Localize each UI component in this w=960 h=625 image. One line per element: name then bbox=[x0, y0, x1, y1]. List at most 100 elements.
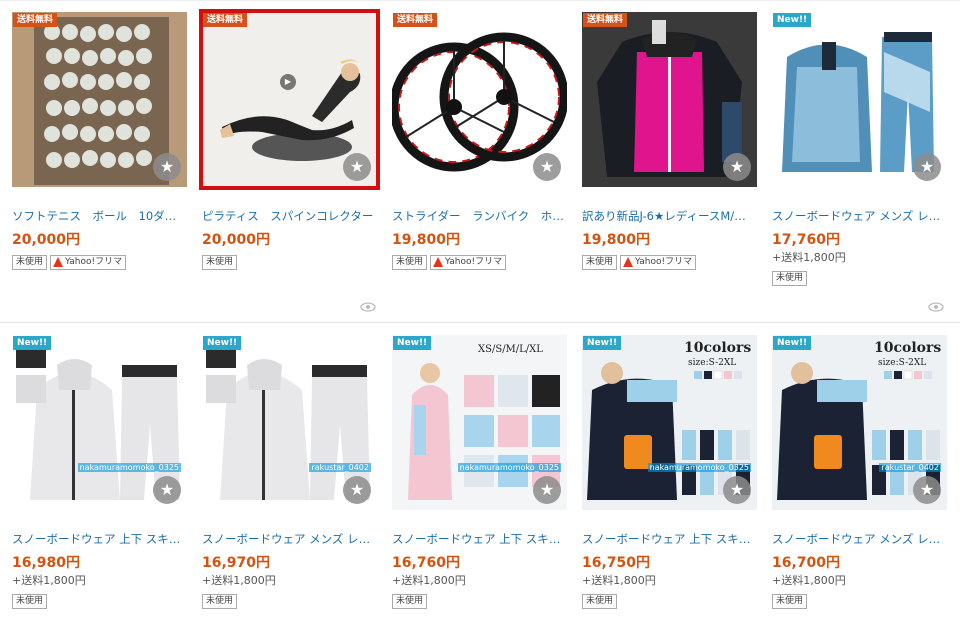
new-badge: New!! bbox=[773, 13, 812, 27]
product-tags: 未使用 bbox=[202, 254, 377, 270]
product-price: 16,760円 bbox=[392, 555, 461, 571]
star-icon[interactable]: ★ bbox=[533, 476, 561, 504]
condition-tag: 未使用 bbox=[582, 254, 618, 270]
yahoo-flea-icon bbox=[53, 257, 64, 267]
play-icon[interactable]: ▶ bbox=[280, 74, 296, 90]
product-card[interactable]: 送料無料 ★ ソフトテニス ボール 10ダース 20,000円 未使用 Yaho… bbox=[12, 12, 187, 270]
product-title[interactable]: スノーボードウェア 上下 スキーウェア bbox=[12, 532, 187, 547]
product-card[interactable]: ▶ 送料無料 ★ ピラティス スパインコレクター 20,000円 未使用 bbox=[199, 9, 380, 270]
colors-text: 10colors bbox=[874, 340, 942, 356]
product-image[interactable]: New!! nakamuramomoko_0325 ★ bbox=[12, 335, 187, 510]
free-shipping-badge: 送料無料 bbox=[393, 13, 438, 27]
product-title[interactable]: ストライダー ランバイク ホイール bbox=[392, 209, 567, 224]
shipping-fee: +送料1,800円 bbox=[772, 251, 846, 264]
product-image[interactable]: ▶ 送料無料 ★ bbox=[199, 9, 380, 190]
star-icon[interactable]: ★ bbox=[153, 153, 181, 181]
yahoo-flea-label: Yahoo!フリマ bbox=[635, 256, 693, 267]
eye-icon[interactable] bbox=[928, 302, 944, 312]
product-card[interactable]: 送料無料 ★ 訳あり新品J-6★レディースM/スノーボードウェア 19,800円… bbox=[582, 12, 757, 270]
eye-icon[interactable] bbox=[360, 302, 376, 312]
new-badge: New!! bbox=[583, 336, 622, 350]
product-title[interactable]: スノーボードウェア 上下 スキーウェア bbox=[582, 532, 757, 547]
product-price: 19,800円 bbox=[392, 232, 461, 248]
product-price: 19,800円 bbox=[582, 232, 651, 248]
condition-tag: 未使用 bbox=[202, 254, 238, 270]
product-card[interactable]: New!! nakamuramomoko_0325 ★ スノーボードウェア 上下… bbox=[12, 335, 187, 609]
product-image[interactable]: 送料無料 ★ bbox=[582, 12, 757, 187]
product-price: 16,700円 bbox=[772, 555, 841, 571]
product-title[interactable]: ピラティス スパインコレクター bbox=[202, 209, 377, 224]
star-icon[interactable]: ★ bbox=[153, 476, 181, 504]
condition-tag: 未使用 bbox=[202, 593, 238, 609]
star-icon[interactable]: ★ bbox=[913, 476, 941, 504]
product-title[interactable]: スノーボードウェア 上下 スキーウェア bbox=[392, 532, 567, 547]
condition-tag: 未使用 bbox=[772, 593, 808, 609]
new-badge: New!! bbox=[773, 336, 812, 350]
product-image[interactable]: New!! rakustar_0402 ★ bbox=[202, 335, 377, 510]
free-shipping-badge: 送料無料 bbox=[13, 13, 58, 27]
product-card[interactable]: 10colors size:S-2XL New!! nakamuramomoko… bbox=[582, 335, 757, 609]
product-card[interactable]: 10colors size:S-2XL New!! rakustar_0402 … bbox=[772, 335, 947, 609]
new-badge: New!! bbox=[13, 336, 52, 350]
product-row-2: New!! nakamuramomoko_0325 ★ スノーボードウェア 上下… bbox=[0, 322, 960, 625]
star-icon[interactable]: ★ bbox=[723, 476, 751, 504]
product-title[interactable]: スノーボードウェア メンズ レディース bbox=[202, 532, 377, 547]
product-price: 16,980円 bbox=[12, 555, 81, 571]
product-price: 16,970円 bbox=[202, 555, 271, 571]
product-image[interactable]: 送料無料 ★ bbox=[392, 12, 567, 187]
product-tags: 未使用 bbox=[202, 593, 377, 609]
star-icon[interactable]: ★ bbox=[343, 476, 371, 504]
shipping-fee: +送料1,800円 bbox=[392, 574, 466, 587]
product-title[interactable]: スノーボードウェア メンズ レディース bbox=[772, 532, 947, 547]
star-icon[interactable]: ★ bbox=[533, 153, 561, 181]
product-image[interactable]: XS/S/M/L/XL New!! nakamuramomoko_0325 ★ bbox=[392, 335, 567, 510]
product-tags: 未使用 bbox=[392, 593, 567, 609]
product-title[interactable]: ソフトテニス ボール 10ダース bbox=[12, 209, 187, 224]
new-badge: New!! bbox=[393, 336, 432, 350]
product-price: 20,000円 bbox=[12, 232, 81, 248]
product-card[interactable]: 送料無料 ★ ストライダー ランバイク ホイール 19,800円 未使用 Yah… bbox=[392, 12, 567, 270]
shipping-fee: +送料1,800円 bbox=[772, 574, 846, 587]
product-tags: 未使用 Yahoo!フリマ bbox=[12, 254, 187, 270]
yahoo-flea-label: Yahoo!フリマ bbox=[65, 256, 123, 267]
seller-watermark: rakustar_0402 bbox=[879, 463, 941, 472]
yahoo-flea-tag: Yahoo!フリマ bbox=[620, 254, 697, 270]
condition-tag: 未使用 bbox=[12, 254, 48, 270]
product-title[interactable]: 訳あり新品J-6★レディースM/スノーボードウェア bbox=[582, 209, 757, 224]
product-card[interactable]: New!! ★ スノーボードウェア メンズ レディース 17,760円 +送料1… bbox=[772, 12, 947, 286]
product-image[interactable]: New!! ★ bbox=[772, 12, 947, 187]
condition-tag: 未使用 bbox=[12, 593, 48, 609]
product-row-1: 送料無料 ★ ソフトテニス ボール 10ダース 20,000円 未使用 Yaho… bbox=[0, 0, 960, 322]
seller-watermark: nakamuramomoko_0325 bbox=[457, 463, 561, 472]
colors-text: 10colors bbox=[684, 340, 752, 356]
shipping-fee: +送料1,800円 bbox=[12, 574, 86, 587]
star-icon[interactable]: ★ bbox=[913, 153, 941, 181]
product-image[interactable]: 10colors size:S-2XL New!! nakamuramomoko… bbox=[582, 335, 757, 510]
product-tags: 未使用 bbox=[582, 593, 757, 609]
shipping-fee: +送料1,800円 bbox=[202, 574, 276, 587]
yahoo-flea-tag: Yahoo!フリマ bbox=[50, 254, 127, 270]
star-icon[interactable]: ★ bbox=[723, 153, 751, 181]
condition-tag: 未使用 bbox=[392, 593, 428, 609]
product-image[interactable]: 10colors size:S-2XL New!! rakustar_0402 … bbox=[772, 335, 947, 510]
product-price: 20,000円 bbox=[202, 232, 271, 248]
condition-tag: 未使用 bbox=[582, 593, 618, 609]
product-tags: 未使用 bbox=[772, 270, 947, 286]
size-range: size:S-2XL bbox=[878, 358, 927, 368]
product-price: 17,760円 bbox=[772, 232, 841, 248]
product-card[interactable]: New!! rakustar_0402 ★ スノーボードウェア メンズ レディー… bbox=[202, 335, 377, 609]
product-price: 16,750円 bbox=[582, 555, 651, 571]
product-image[interactable]: 送料無料 ★ bbox=[12, 12, 187, 187]
yahoo-flea-label: Yahoo!フリマ bbox=[445, 256, 503, 267]
product-title[interactable]: スノーボードウェア メンズ レディース bbox=[772, 209, 947, 224]
yahoo-flea-tag: Yahoo!フリマ bbox=[430, 254, 507, 270]
free-shipping-badge: 送料無料 bbox=[583, 13, 628, 27]
yahoo-flea-icon bbox=[433, 257, 444, 267]
size-list: XS/S/M/L/XL bbox=[478, 344, 543, 355]
product-tags: 未使用 Yahoo!フリマ bbox=[392, 254, 567, 270]
product-card[interactable]: XS/S/M/L/XL New!! nakamuramomoko_0325 ★ … bbox=[392, 335, 567, 609]
yahoo-flea-icon bbox=[623, 257, 634, 267]
condition-tag: 未使用 bbox=[392, 254, 428, 270]
shipping-fee: +送料1,800円 bbox=[582, 574, 656, 587]
star-icon[interactable]: ★ bbox=[343, 153, 371, 181]
